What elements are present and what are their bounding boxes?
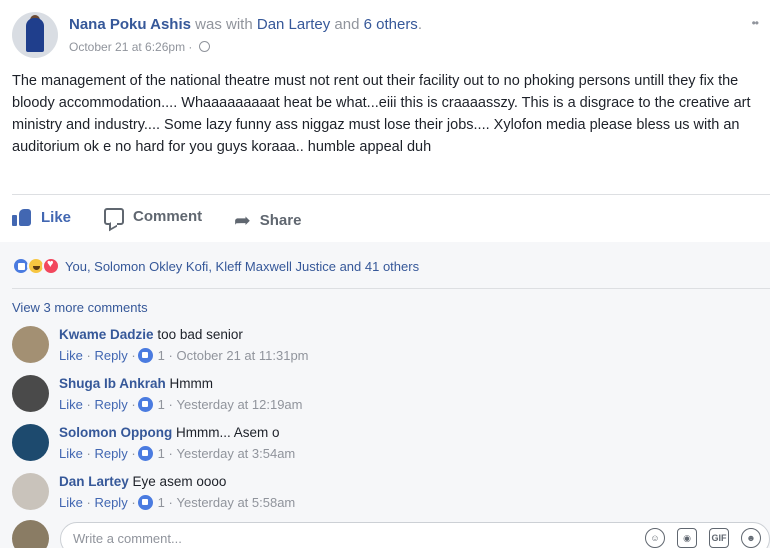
sep: · bbox=[131, 397, 136, 412]
post-actions: Like Comment ➦ Share bbox=[12, 202, 770, 236]
sep: · bbox=[86, 446, 91, 461]
sep: · bbox=[86, 348, 91, 363]
comment-like-link[interactable]: Like bbox=[59, 397, 83, 412]
comment-reply-link[interactable]: Reply bbox=[94, 397, 127, 412]
share-icon: ➦ bbox=[234, 210, 251, 232]
comment-like-link[interactable]: Like bbox=[59, 446, 83, 461]
sep: · bbox=[168, 397, 173, 412]
comment-reply-link[interactable]: Reply bbox=[94, 446, 127, 461]
comment: Solomon Oppong Hmmm... Asem o Like · Rep… bbox=[12, 424, 752, 470]
love-icon bbox=[42, 257, 60, 275]
sep: · bbox=[86, 495, 91, 510]
commenter-name[interactable]: Shuga Ib Ankrah bbox=[59, 376, 166, 391]
view-more-comments[interactable]: View 3 more comments bbox=[12, 300, 148, 315]
comment-like-link[interactable]: Like bbox=[59, 348, 83, 363]
like-count-icon bbox=[137, 348, 153, 363]
avatar-figure bbox=[26, 18, 44, 52]
comment-label: Comment bbox=[133, 208, 203, 225]
comment: Kwame Dadzie too bad senior Like · Reply… bbox=[12, 326, 752, 372]
comment-actions: Like · Reply · 1 · Yesterday at 5:58am bbox=[59, 495, 295, 510]
like-button[interactable]: Like bbox=[12, 208, 71, 226]
sep: · bbox=[168, 348, 173, 363]
comment-time[interactable]: October 21 at 11:31pm bbox=[177, 348, 309, 363]
comment-time[interactable]: Yesterday at 3:54am bbox=[177, 446, 296, 461]
like-label: Like bbox=[41, 208, 72, 226]
post-text: The management of the national theatre m… bbox=[12, 73, 751, 155]
reactions-summary[interactable]: You, Solomon Okley Kofi, Kleff Maxwell J… bbox=[65, 259, 419, 274]
comment: Dan Lartey Eye asem oooo Like · Reply · … bbox=[12, 473, 752, 519]
comment-reply-link[interactable]: Reply bbox=[94, 495, 127, 510]
divider-top bbox=[12, 194, 770, 195]
comment-actions: Like · Reply · 1 · Yesterday at 12:19am bbox=[59, 397, 303, 412]
like-count-icon bbox=[137, 446, 153, 461]
like-count[interactable]: 1 bbox=[158, 397, 165, 412]
tagged-person[interactable]: Dan Lartey bbox=[257, 16, 330, 33]
like-count-icon bbox=[137, 397, 153, 412]
globe-icon[interactable] bbox=[198, 41, 210, 52]
author-avatar[interactable] bbox=[12, 12, 58, 58]
comment-button[interactable]: Comment bbox=[104, 208, 202, 225]
post-timestamp[interactable]: October 21 at 6:26pm bbox=[69, 40, 185, 54]
gif-icon[interactable]: GIF bbox=[709, 528, 729, 548]
commenter-avatar[interactable] bbox=[12, 473, 49, 510]
sep: · bbox=[131, 348, 136, 363]
reactions-bar[interactable]: You, Solomon Okley Kofi, Kleff Maxwell J… bbox=[12, 256, 419, 276]
commenter-name[interactable]: Kwame Dadzie bbox=[59, 327, 154, 342]
share-label: Share bbox=[259, 212, 302, 229]
and-text: and bbox=[334, 16, 360, 33]
meta-dot: · bbox=[188, 40, 193, 54]
comment-input-box[interactable]: ☺ ◉ GIF ☻ bbox=[60, 522, 770, 548]
thumbs-up-icon bbox=[12, 208, 32, 226]
comment-text: Eye asem oooo bbox=[132, 474, 227, 489]
share-button[interactable]: ➦ Share bbox=[234, 208, 301, 233]
like-count-icon bbox=[137, 495, 153, 510]
like-count[interactable]: 1 bbox=[158, 446, 165, 461]
comment-time[interactable]: Yesterday at 5:58am bbox=[177, 495, 296, 510]
commenter-name[interactable]: Solomon Oppong bbox=[59, 425, 172, 440]
like-count[interactable]: 1 bbox=[158, 495, 165, 510]
period: . bbox=[417, 16, 422, 33]
comment-body: Dan Lartey Eye asem oooo bbox=[59, 474, 226, 489]
post-header: Nana Poku Ashis was with Dan Lartey and … bbox=[12, 12, 759, 62]
comment-composer: ☺ ◉ GIF ☻ bbox=[12, 520, 770, 548]
current-user-avatar[interactable] bbox=[12, 520, 49, 548]
comment-text: too bad senior bbox=[157, 327, 243, 342]
with-text: was with bbox=[195, 16, 253, 33]
camera-icon[interactable]: ◉ bbox=[677, 528, 697, 548]
comment-input[interactable] bbox=[73, 531, 613, 546]
more-options-icon[interactable]: •• bbox=[752, 16, 759, 30]
commenter-avatar[interactable] bbox=[12, 424, 49, 461]
header-line: Nana Poku Ashis was with Dan Lartey and … bbox=[69, 16, 422, 33]
tagged-others[interactable]: 6 others bbox=[364, 16, 418, 33]
sep: · bbox=[168, 446, 173, 461]
comment-text: Hmmm bbox=[169, 376, 214, 391]
comment-time[interactable]: Yesterday at 12:19am bbox=[177, 397, 303, 412]
commenter-avatar[interactable] bbox=[12, 375, 49, 412]
commenter-avatar[interactable] bbox=[12, 326, 49, 363]
comment-actions: Like · Reply · 1 · October 21 at 11:31pm bbox=[59, 348, 309, 363]
sep: · bbox=[86, 397, 91, 412]
like-count[interactable]: 1 bbox=[158, 348, 165, 363]
sep: · bbox=[168, 495, 173, 510]
sticker-icon[interactable]: ☻ bbox=[741, 528, 761, 548]
sep: · bbox=[131, 446, 136, 461]
comment-text: Hmmm... Asem o bbox=[176, 425, 280, 440]
emoji-icon[interactable]: ☺ bbox=[645, 528, 665, 548]
comment-icon bbox=[104, 208, 124, 225]
commenter-name[interactable]: Dan Lartey bbox=[59, 474, 129, 489]
comment-body: Shuga Ib Ankrah Hmmm bbox=[59, 376, 213, 391]
comment: Shuga Ib Ankrah Hmmm Like · Reply · 1 · … bbox=[12, 375, 752, 421]
comment-body: Solomon Oppong Hmmm... Asem o bbox=[59, 425, 280, 440]
comment-like-link[interactable]: Like bbox=[59, 495, 83, 510]
post-meta: October 21 at 6:26pm · bbox=[69, 40, 210, 54]
comment-body: Kwame Dadzie too bad senior bbox=[59, 327, 243, 342]
comment-actions: Like · Reply · 1 · Yesterday at 3:54am bbox=[59, 446, 295, 461]
comment-reply-link[interactable]: Reply bbox=[94, 348, 127, 363]
author-name[interactable]: Nana Poku Ashis bbox=[69, 16, 191, 33]
composer-icons: ☺ ◉ GIF ☻ bbox=[645, 528, 761, 548]
sep: · bbox=[131, 495, 136, 510]
divider-reactions bbox=[12, 288, 770, 289]
